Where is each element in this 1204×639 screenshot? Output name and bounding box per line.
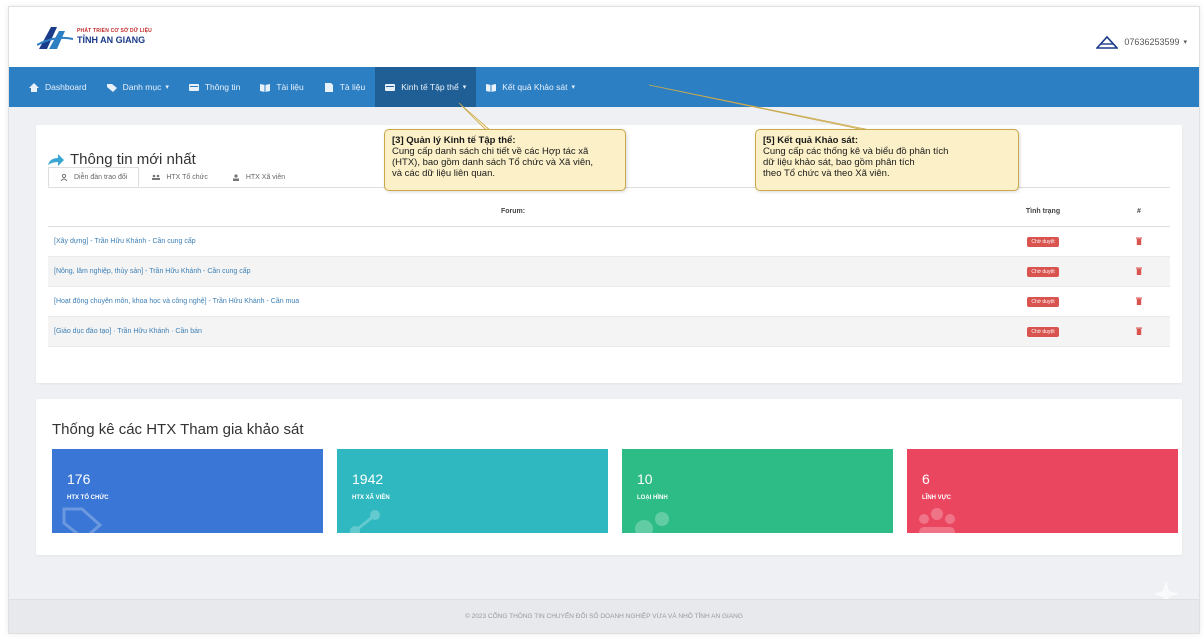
book-icon	[486, 83, 497, 92]
book-icon	[260, 83, 271, 92]
gears-icon	[635, 512, 669, 533]
nav-label: Danh mục	[122, 82, 162, 92]
callout-line: Cung cấp danh sách chi tiết về các Hợp t…	[392, 146, 589, 157]
tab-label: Diễn đàn trao đổi	[74, 173, 128, 181]
callout-line: dữ liệu khảo sát, bao gồm phân tích	[763, 157, 915, 168]
survey-stats-title: Thống kê các HTX Tham gia khảo sát	[52, 421, 304, 438]
forum-table: Forum: Tình trạng # [Xây dựng] - Trần Hữ…	[48, 197, 1170, 347]
stat-value: 176	[67, 471, 91, 487]
user-icon	[232, 173, 239, 181]
top-header: PHÁT TRIỂN CƠ SỞ DỮ LIỆU TỈNH AN GIANG 0…	[9, 7, 1199, 67]
forum-link[interactable]: [Giáo dục đào tạo] · Trần Hữu Khánh · Cầ…	[48, 328, 978, 335]
col-status-header: Tình trạng	[1025, 208, 1061, 215]
survey-stats-card: Thống kê các HTX Tham gia khảo sát 176 H…	[36, 399, 1182, 555]
home-icon	[29, 82, 39, 92]
user-phone: 07636253599	[1124, 37, 1180, 47]
status-badge: Chờ duyệt	[1027, 236, 1059, 247]
brand-logo[interactable]: PHÁT TRIỂN CƠ SỞ DỮ LIỆU TỈNH AN GIANG	[37, 21, 152, 53]
stat-value: 6	[922, 471, 930, 487]
table-row: [Giáo dục đào tạo] · Trần Hữu Khánh · Cầ…	[48, 317, 1170, 347]
tab-label: HTX Xã viên	[245, 173, 286, 181]
nav-label: Kết quả Khảo sát	[502, 82, 568, 92]
trash-icon[interactable]	[1136, 237, 1142, 245]
col-action-header: #	[1137, 208, 1141, 215]
stat-label: HTX TỔ CHỨC	[67, 495, 109, 501]
trash-icon[interactable]	[1136, 297, 1142, 305]
callout-kinh-te-tap-the: [3] Quản lý Kinh tế Tập thể: Cung cấp da…	[384, 129, 626, 191]
status-badge: Chờ duyệt	[1027, 326, 1059, 337]
latest-info-heading: Thông tin mới nhất	[70, 151, 196, 168]
chevron-down-icon: ▾	[571, 84, 575, 91]
nav-label: Thông tin	[204, 82, 241, 92]
share-icon	[48, 153, 64, 166]
stat-card-htx-xa-vien[interactable]: 1942 HTX XÃ VIÊN	[337, 449, 608, 533]
user-menu[interactable]: 07636253599 ▾	[1096, 35, 1187, 49]
tab-htx-to-chuc[interactable]: HTX Tổ chức	[141, 167, 219, 187]
main-navbar: Dashboard Danh mục ▾ Thông tin Tài liệu …	[9, 67, 1199, 107]
stat-label: HTX XÃ VIÊN	[352, 495, 390, 501]
tab-label: HTX Tổ chức	[166, 173, 208, 181]
chevron-down-icon: ▾	[462, 84, 467, 91]
tag-icon	[106, 83, 117, 92]
callout-ket-qua-khao-sat: [5] Kết quả Khảo sát: Cung cấp các thống…	[755, 129, 1019, 191]
nav-ket-qua-khao-sat[interactable]: Kết quả Khảo sát ▾	[476, 67, 585, 107]
stat-card-linh-vuc[interactable]: 6 LĨNH VỰC	[907, 449, 1178, 533]
callout-line: và các dữ liệu liên quan.	[392, 168, 496, 179]
user-icon	[60, 173, 68, 181]
callout-title: [5] Kết quả Khảo sát:	[763, 135, 859, 146]
nav-tai-lieu[interactable]: Tài liệu	[250, 67, 313, 107]
stat-label: LĨNH VỰC	[922, 495, 951, 501]
table-row: [Hoạt động chuyên môn, khoa học và công …	[48, 287, 1170, 317]
forum-link[interactable]: [Xây dựng] - Trần Hữu Khánh - Cần cung c…	[48, 238, 978, 245]
stat-card-loai-hinh[interactable]: 10 LOẠI HÌNH	[622, 449, 893, 533]
nav-label: Tài liệu	[276, 82, 304, 92]
col-forum-header: Forum:	[500, 208, 526, 215]
table-header: Forum: Tình trạng #	[48, 197, 1170, 227]
chevron-down-icon: ▾	[1183, 39, 1187, 46]
callout-line: theo Tổ chức và theo Xã viên.	[763, 168, 890, 179]
stat-card-htx-to-chuc[interactable]: 176 HTX TỔ CHỨC	[52, 449, 323, 533]
nav-dashboard[interactable]: Dashboard	[19, 67, 97, 107]
stat-label: LOẠI HÌNH	[637, 495, 668, 501]
tab-htx-xa-vien[interactable]: HTX Xã viên	[221, 167, 296, 187]
nav-thong-tin[interactable]: Thông tin	[179, 67, 250, 107]
network-icon	[350, 510, 380, 533]
status-badge: Chờ duyệt	[1027, 296, 1059, 307]
stat-value: 1942	[352, 471, 384, 487]
nav-label: Dashboard	[45, 82, 87, 92]
page-footer: © 2023 CỔNG THÔNG TIN CHUYỂN ĐỔI SỐ DOAN…	[9, 599, 1199, 633]
tag-icon	[62, 507, 102, 533]
group-icon	[152, 174, 161, 180]
chevron-down-icon: ▾	[165, 84, 169, 91]
nav-label: Kinh tế Tập thể	[401, 82, 459, 92]
callout-line: (HTX), bao gồm danh sách Tổ chức và Xã v…	[392, 157, 594, 168]
callout-line: Cung cấp các thống kê và biểu đồ phân tí…	[763, 146, 949, 157]
latest-info-title: Thông tin mới nhất	[48, 151, 196, 168]
stat-value: 10	[637, 471, 653, 487]
card-icon	[385, 83, 396, 91]
brand-name: TỈNH AN GIANG	[77, 35, 146, 45]
nav-label: Tà liệu	[339, 82, 366, 92]
forum-link[interactable]: [Hoạt động chuyên môn, khoa học và công …	[48, 298, 978, 305]
card-icon	[188, 83, 199, 91]
trash-icon[interactable]	[1136, 327, 1142, 335]
nav-kinh-te-tap-the[interactable]: Kinh tế Tập thể ▾	[375, 67, 477, 107]
brand-tagline: PHÁT TRIỂN CƠ SỞ DỮ LIỆU	[77, 28, 152, 34]
user-avatar-icon	[1096, 35, 1119, 49]
nav-danh-muc[interactable]: Danh mục ▾	[97, 67, 179, 107]
trash-icon[interactable]	[1136, 267, 1142, 275]
users-icon	[919, 508, 955, 533]
tab-dien-dan[interactable]: Diễn đàn trao đổi	[48, 167, 140, 187]
file-icon	[324, 82, 333, 92]
table-row: [Xây dựng] - Trần Hữu Khánh - Cần cung c…	[48, 227, 1170, 257]
forum-link[interactable]: [Nông, lâm nghiệp, thủy sản] - Trần Hữu …	[48, 268, 978, 275]
latest-tabs: Diễn đàn trao đổi HTX Tổ chức HTX Xã viê…	[48, 167, 298, 187]
table-row: [Nông, lâm nghiệp, thủy sản] - Trần Hữu …	[48, 257, 1170, 287]
logo-icon	[37, 27, 73, 49]
callout-title: [3] Quản lý Kinh tế Tập thể:	[392, 135, 516, 146]
status-badge: Chờ duyệt	[1027, 266, 1059, 277]
nav-ta-lieu[interactable]: Tà liệu	[314, 67, 376, 107]
app-window: PHÁT TRIỂN CƠ SỞ DỮ LIỆU TỈNH AN GIANG 0…	[8, 6, 1200, 634]
